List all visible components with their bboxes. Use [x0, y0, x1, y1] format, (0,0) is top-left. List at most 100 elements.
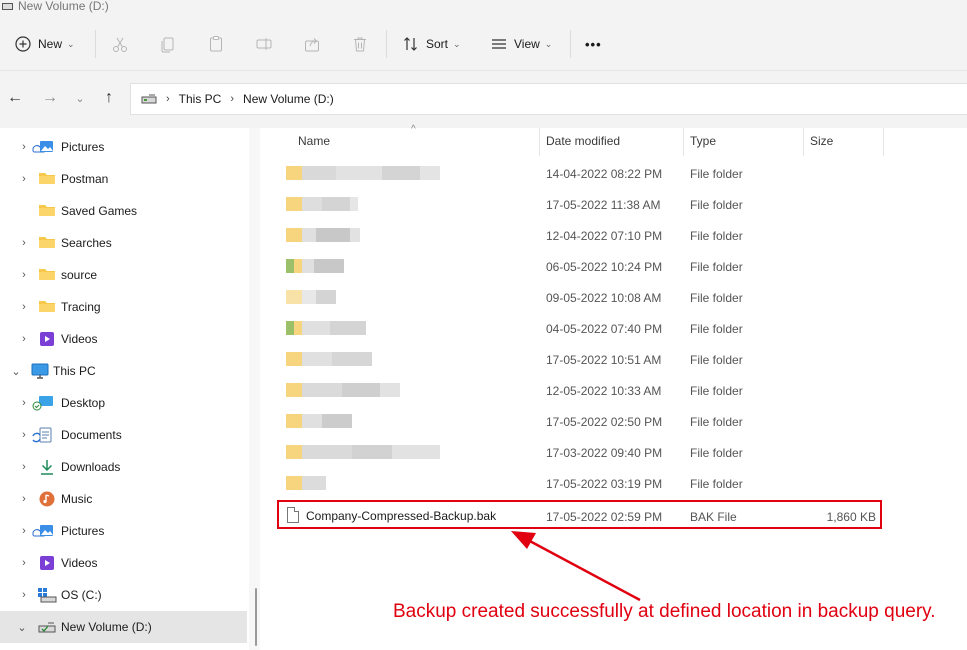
plus-circle-icon [14, 35, 32, 53]
row-type: File folder [690, 229, 743, 243]
sidebar-item-pictures[interactable]: › Pictures [0, 131, 247, 163]
up-button[interactable]: ↑ [99, 87, 119, 109]
more-options-button[interactable]: ••• [585, 32, 602, 56]
column-divider[interactable] [803, 128, 804, 156]
annotation-text: Backup created successfully at defined l… [393, 601, 936, 622]
music-icon [39, 491, 59, 507]
sidebar-item-postman[interactable]: › Postman [0, 163, 247, 195]
column-divider[interactable] [683, 128, 684, 156]
navigation-scrollbar-thumb[interactable] [255, 588, 257, 646]
row-date: 17-05-2022 03:19 PM [546, 477, 663, 491]
new-button[interactable]: New ⌄ [14, 32, 75, 56]
sidebar-item-videos[interactable]: › Videos [0, 323, 247, 355]
back-button[interactable]: ← [5, 87, 25, 109]
chevron-right-icon[interactable]: › [18, 557, 30, 569]
chevron-right-icon[interactable]: › [18, 173, 30, 185]
column-header-date[interactable]: Date modified [546, 134, 620, 148]
chevron-right-icon[interactable]: › [18, 397, 30, 409]
copy-icon [159, 35, 177, 53]
sidebar-item-downloads[interactable]: › Downloads [0, 451, 247, 483]
chevron-right-icon[interactable]: › [18, 525, 30, 537]
folder-icon [38, 235, 58, 251]
row-type: File folder [690, 198, 743, 212]
table-row[interactable]: 17-05-2022 10:51 AM File folder [277, 344, 967, 375]
sort-button[interactable]: Sort ⌄ [402, 32, 461, 56]
column-header-name[interactable]: Name [298, 134, 330, 148]
chevron-right-icon[interactable]: › [18, 493, 30, 505]
chevron-down-icon: ⌄ [544, 38, 553, 49]
sidebar-item-searches[interactable]: › Searches [0, 227, 247, 259]
redacted-folder-name [286, 445, 440, 459]
drive-icon [141, 94, 157, 105]
sidebar-item-videos-pc[interactable]: › Videos [0, 547, 247, 579]
chevron-right-icon[interactable]: › [18, 333, 30, 345]
table-row[interactable]: 12-04-2022 07:10 PM File folder [277, 220, 967, 251]
sidebar-item-source[interactable]: › source [0, 259, 247, 291]
column-divider[interactable] [539, 128, 540, 156]
clipboard-icon [207, 35, 225, 53]
row-type: File folder [690, 322, 743, 336]
table-row[interactable]: 17-03-2022 09:40 PM File folder [277, 437, 967, 468]
sidebar-item-saved-games[interactable]: Saved Games [0, 195, 247, 227]
chevron-right-icon[interactable]: › [18, 589, 30, 601]
redacted-folder-name [286, 321, 366, 335]
videos-icon [39, 555, 59, 571]
row-type: File folder [690, 167, 743, 181]
redacted-folder-name [286, 414, 352, 428]
paste-button[interactable] [207, 32, 231, 56]
backup-file-size: 1,860 KB [826, 510, 876, 524]
view-label: View [514, 37, 540, 51]
column-header-type[interactable]: Type [690, 134, 716, 148]
table-row[interactable]: 17-05-2022 03:19 PM File folder [277, 468, 967, 499]
column-header-size[interactable]: Size [810, 134, 833, 148]
chevron-down-icon[interactable]: ⌄ [10, 365, 22, 378]
chevron-right-icon[interactable]: › [18, 237, 30, 249]
cut-button[interactable] [111, 32, 135, 56]
breadcrumb-new-volume[interactable]: New Volume (D:) [243, 92, 334, 106]
sidebar-item-music[interactable]: › Music [0, 483, 247, 515]
chevron-right-icon[interactable]: › [18, 269, 30, 281]
backup-file-name: Company-Compressed-Backup.bak [306, 509, 497, 523]
rename-button[interactable] [255, 32, 279, 56]
sidebar-item-os-c[interactable]: › OS (C:) [0, 579, 247, 611]
column-divider[interactable] [883, 128, 884, 156]
delete-button[interactable] [351, 32, 375, 56]
chevron-right-icon[interactable]: › [18, 429, 30, 441]
table-row[interactable]: 17-05-2022 11:38 AM File folder [277, 189, 967, 220]
table-row[interactable]: 06-05-2022 10:24 PM File folder [277, 251, 967, 282]
table-row[interactable]: 04-05-2022 07:40 PM File folder [277, 313, 967, 344]
backup-file-row[interactable]: Company-Compressed-Backup.bak 17-05-2022… [277, 500, 967, 532]
breadcrumb-this-pc[interactable]: This PC [179, 92, 222, 106]
table-row[interactable]: 17-05-2022 02:50 PM File folder [277, 406, 967, 437]
sidebar-item-this-pc[interactable]: ⌄ This PC [0, 355, 247, 387]
forward-button[interactable]: → [40, 87, 60, 109]
sidebar-item-tracing[interactable]: › Tracing [0, 291, 247, 323]
sidebar-item-new-volume[interactable]: ⌄ New Volume (D:) [0, 611, 247, 643]
file-list: ^ Name Date modified Type Size 14-04-202… [277, 124, 967, 650]
recent-locations-button[interactable]: ⌄ [70, 87, 90, 109]
drive-icon [37, 587, 57, 603]
chevron-right-icon: › [166, 93, 170, 105]
sidebar-item-desktop[interactable]: › Desktop [0, 387, 247, 419]
table-row[interactable]: 12-05-2022 10:33 AM File folder [277, 375, 967, 406]
address-bar[interactable]: › This PC › New Volume (D:) [130, 83, 967, 115]
navigation-scrollbar[interactable] [249, 128, 260, 650]
view-button[interactable]: View ⌄ [490, 32, 552, 56]
chevron-right-icon[interactable]: › [18, 141, 30, 153]
sidebar-item-documents[interactable]: › Documents [0, 419, 247, 451]
chevron-right-icon[interactable]: › [18, 301, 30, 313]
sidebar-item-pictures-pc[interactable]: › Pictures [0, 515, 247, 547]
redacted-folder-name [286, 476, 326, 490]
chevron-down-icon[interactable]: ⌄ [16, 621, 28, 634]
share-icon [303, 35, 321, 53]
chevron-right-icon[interactable]: › [18, 461, 30, 473]
chevron-down-icon: ⌄ [75, 92, 85, 105]
row-date: 17-03-2022 09:40 PM [546, 446, 663, 460]
copy-button[interactable] [159, 32, 183, 56]
table-row[interactable]: 09-05-2022 10:08 AM File folder [277, 282, 967, 313]
command-bar: New ⌄ Sort ⌄ View ⌄ ••• [0, 16, 967, 71]
backup-file-date: 17-05-2022 02:59 PM [546, 510, 663, 524]
share-button[interactable] [303, 32, 327, 56]
table-row[interactable]: 14-04-2022 08:22 PM File folder [277, 158, 967, 189]
row-date: 12-04-2022 07:10 PM [546, 229, 663, 243]
